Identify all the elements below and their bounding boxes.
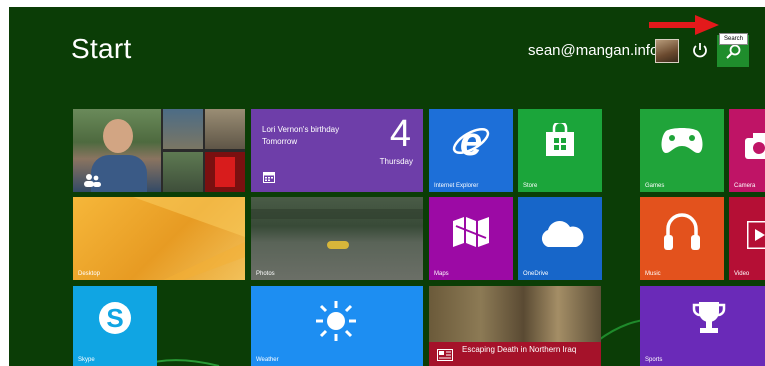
camera-icon [745, 133, 765, 159]
store-tile[interactable]: Store [518, 109, 602, 192]
start-screen: Start sean@mangan.info Search Lori Verno… [9, 7, 765, 366]
maps-tile[interactable]: Maps [429, 197, 513, 280]
people-tile[interactable] [73, 109, 245, 192]
calendar-event: Lori Vernon's birthday [262, 125, 340, 134]
tile-label: Games [645, 183, 665, 189]
calendar-day-number: 4 [389, 113, 411, 155]
photos-tile[interactable]: Photos [251, 197, 423, 280]
tile-label: Sports [645, 357, 663, 363]
camera-tile[interactable]: Camera [729, 109, 765, 192]
calendar-weekday: Thursday [379, 157, 413, 166]
calendar-icon [263, 172, 275, 183]
weather-tile[interactable]: Weather [251, 286, 423, 366]
game-controller-icon [661, 128, 703, 153]
onedrive-tile[interactable]: OneDrive [518, 197, 602, 280]
internet-explorer-icon: e [452, 121, 490, 161]
news-tile[interactable]: Escaping Death in Northern Iraq [429, 286, 601, 366]
sun-icon [316, 301, 356, 341]
start-title: Start [71, 33, 132, 64]
tile-label: Photos [256, 271, 275, 277]
tile-label: Internet Explorer [434, 183, 479, 189]
skype-tile[interactable]: S Skype [73, 286, 157, 366]
headphones-icon [664, 213, 700, 250]
sports-tile[interactable]: Sports [640, 286, 765, 366]
power-icon[interactable] [691, 40, 709, 60]
games-tile[interactable]: Games [640, 109, 724, 192]
tile-label: OneDrive [523, 271, 549, 277]
tile-label: Maps [434, 271, 449, 277]
svg-text:S: S [106, 303, 123, 333]
video-icon [747, 221, 765, 249]
news-headline: Escaping Death in Northern Iraq [462, 345, 577, 354]
tile-label: Skype [78, 357, 95, 363]
skype-icon: S [99, 302, 131, 334]
music-tile[interactable]: Music [640, 197, 724, 280]
tile-label: Desktop [78, 271, 101, 277]
internet-explorer-tile[interactable]: e Internet Explorer [429, 109, 513, 192]
onedrive-cloud-icon [541, 221, 584, 247]
news-photo [429, 286, 601, 342]
search-tooltip: Search [719, 33, 749, 45]
tile-label: Store [523, 183, 538, 189]
store-bag-icon [546, 123, 574, 156]
tile-label: Video [734, 271, 750, 277]
video-tile[interactable]: Video [729, 197, 765, 280]
desktop-tile[interactable]: Desktop [73, 197, 245, 280]
user-account-name[interactable]: sean@mangan.info [528, 42, 658, 59]
tile-label: Music [645, 271, 661, 277]
calendar-tile[interactable]: Lori Vernon's birthday Tomorrow 4 Thursd… [251, 109, 423, 192]
user-avatar[interactable] [655, 39, 679, 63]
news-icon [437, 349, 453, 361]
tile-label: Weather [256, 357, 279, 363]
search-icon [726, 44, 741, 59]
maps-icon [453, 217, 489, 247]
desktop-wallpaper-rays [73, 197, 245, 280]
red-arrow-annotation [649, 15, 719, 35]
calendar-event-when: Tomorrow [262, 137, 298, 146]
svg-text:e: e [460, 121, 482, 161]
tile-label: Camera [734, 183, 756, 189]
people-icon [84, 174, 101, 187]
trophy-icon [692, 302, 726, 333]
